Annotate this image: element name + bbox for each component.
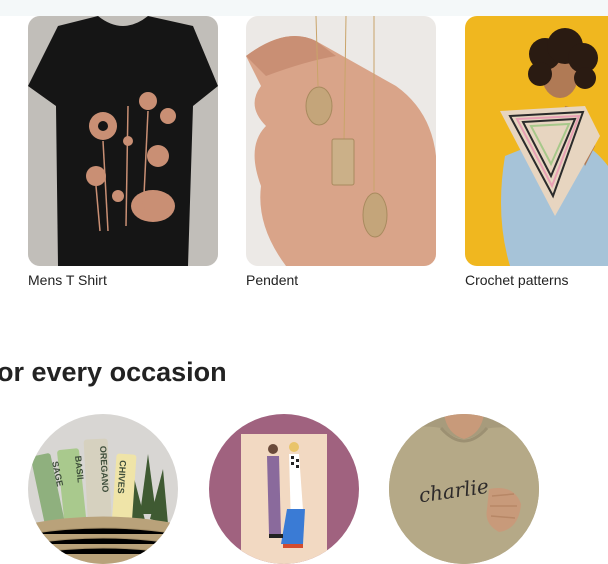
category-card-pendent[interactable]: Pendent bbox=[246, 16, 436, 288]
occasion-card-garden-markers[interactable]: SAGE BASIL OREGANO CHIVES bbox=[28, 414, 178, 564]
category-card-mens-t-shirt[interactable]: Mens T Shirt bbox=[28, 16, 218, 288]
category-label[interactable]: Pendent bbox=[246, 272, 436, 288]
category-card-crochet-patterns[interactable]: Crochet patterns bbox=[465, 16, 608, 288]
garden-markers-image: SAGE BASIL OREGANO CHIVES bbox=[28, 414, 178, 564]
couple-print-image bbox=[209, 414, 359, 564]
category-label[interactable]: Crochet patterns bbox=[465, 272, 608, 288]
section-title: or every occasion bbox=[0, 356, 227, 388]
occasion-card-embroidered-sweatshirt[interactable]: charlie bbox=[389, 414, 539, 564]
section-title-text: or every occasion bbox=[0, 357, 227, 387]
crochet-image[interactable] bbox=[465, 16, 608, 266]
necklace-image[interactable] bbox=[246, 16, 436, 266]
category-label[interactable]: Mens T Shirt bbox=[28, 272, 218, 288]
top-band bbox=[0, 0, 608, 16]
embroidered-sweatshirt-image: charlie bbox=[389, 414, 539, 564]
tshirt-image[interactable] bbox=[28, 16, 218, 266]
occasion-card-couple-print[interactable] bbox=[209, 414, 359, 564]
